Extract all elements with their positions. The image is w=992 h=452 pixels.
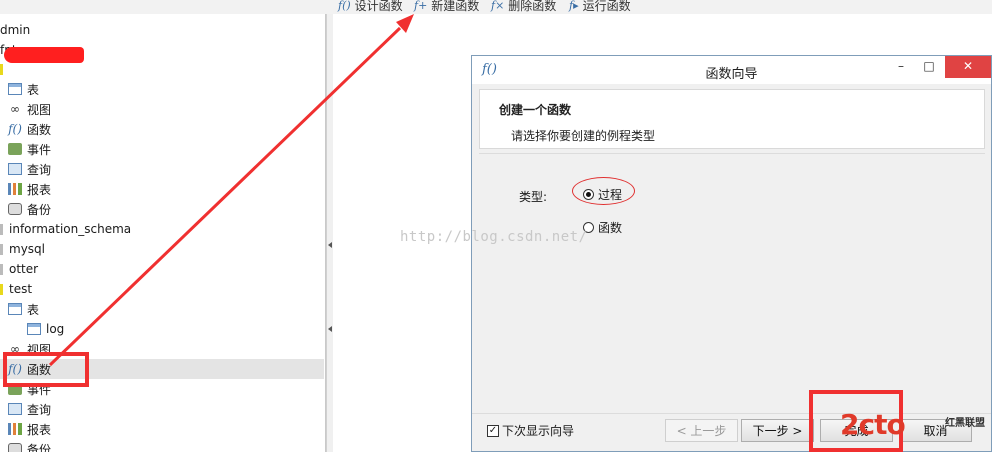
arrow-line (48, 26, 402, 367)
annotation-arrow (48, 14, 414, 367)
